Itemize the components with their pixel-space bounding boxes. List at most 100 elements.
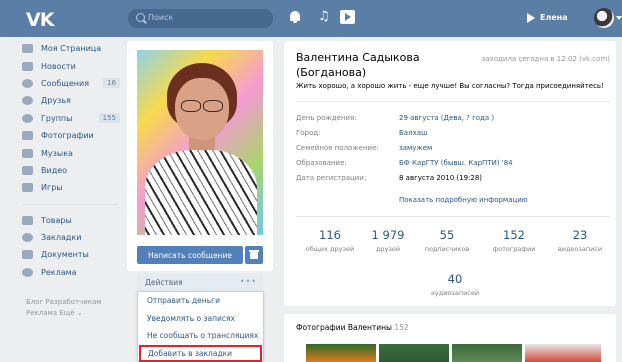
sidebar-item-friends[interactable]: Друзья	[22, 92, 122, 109]
info-label: День рождения:	[296, 114, 357, 122]
friends-icon	[22, 96, 33, 106]
sidebar-item-my-page[interactable]: Моя Страница	[22, 40, 122, 57]
profile-info-card: Валентина Садыкова (Богданова) заходила …	[284, 41, 616, 306]
star-icon	[22, 233, 33, 243]
counter-label: фотографии	[492, 245, 536, 253]
photo-thumb[interactable]	[379, 344, 449, 362]
info-row-birthday: День рождения: 29 августа (Дева, ? года )	[296, 114, 494, 122]
photo-thumb[interactable]	[452, 344, 522, 362]
sidebar-item-games[interactable]: Игры	[22, 179, 122, 196]
send-money-item[interactable]: Отправить деньги	[138, 292, 263, 310]
info-value[interactable]: замужем	[399, 144, 432, 152]
counter-label: общих друзей	[305, 245, 355, 253]
video-icon	[22, 165, 33, 175]
show-more-link[interactable]: Показать подробную информацию	[399, 196, 528, 204]
sidebar-item-label: Друзья	[41, 96, 71, 106]
sidebar-item-label: Реклама	[41, 267, 77, 277]
counter-num: 40	[447, 272, 463, 286]
goods-icon	[22, 215, 33, 225]
counter-label: друзей	[375, 245, 401, 253]
games-icon	[22, 183, 33, 193]
actions-button[interactable]: Действия •••	[137, 273, 263, 291]
sidebar-item-label: Видео	[41, 165, 68, 175]
counter-videos[interactable]: 23 видеозаписи	[550, 228, 610, 253]
actions-label: Действия	[145, 277, 183, 287]
more-dots-icon: •••	[239, 277, 257, 286]
info-label: Семейное положение:	[296, 144, 379, 152]
player-play-icon[interactable]	[527, 13, 535, 23]
counter-audio[interactable]: 40 аудиозаписей	[425, 272, 485, 297]
sidebar-item-documents[interactable]: Документы	[22, 246, 122, 263]
sidebar-item-label: Сообщения	[41, 78, 90, 88]
sidebar-item-groups[interactable]: Группы 155	[22, 110, 122, 127]
profile-photo-card: Написать сообщение Действия •••	[127, 41, 273, 291]
sidebar-item-video[interactable]: Видео	[22, 162, 122, 179]
photo-thumb[interactable]	[525, 344, 601, 362]
sidebar-item-news[interactable]: Новости	[22, 57, 122, 74]
sidebar-item-ads[interactable]: Реклама	[22, 264, 122, 281]
counter-label: подписчиков	[424, 245, 470, 253]
search-field[interactable]: Поиск	[128, 9, 273, 28]
info-label: Дата регистрации:	[296, 174, 367, 182]
send-message-button[interactable]: Написать сообщение	[137, 246, 243, 264]
chevron-down-icon[interactable]	[616, 16, 622, 20]
sidebar-divider	[22, 203, 118, 205]
user-name[interactable]: Елена	[540, 13, 568, 22]
info-value: 8 августа 2010 (19:28)	[399, 174, 483, 182]
sidebar-item-label: Товары	[41, 215, 72, 225]
gift-button[interactable]	[245, 246, 263, 264]
footer-links-1[interactable]: Блог Разработчикам	[26, 297, 102, 308]
photo-thumb[interactable]	[306, 344, 376, 362]
profile-photo[interactable]	[137, 50, 263, 235]
photos-title-text: Фотографии Валентины	[296, 323, 392, 332]
top-bar: VK Поиск ♫ Елена	[0, 0, 622, 37]
counters-divider	[296, 216, 610, 217]
info-value[interactable]: Балхаш	[399, 129, 427, 137]
sidebar-item-music[interactable]: Музыка	[22, 144, 122, 161]
sidebar-item-label: Моя Страница	[41, 44, 102, 54]
counter-friends[interactable]: 1 979 друзей	[358, 228, 418, 253]
groups-icon	[22, 113, 33, 123]
footer-links-2[interactable]: Реклама Ещё ⌄	[26, 308, 102, 319]
online-status: заходила сегодня в 12:02 (vk.com)	[481, 55, 610, 63]
status-text[interactable]: Жить хорошо, а хорошо жить - еще лучше! …	[296, 82, 604, 90]
info-row-registration: Дата регистрации: 8 августа 2010 (19:28)	[296, 174, 482, 182]
ads-icon	[22, 267, 33, 277]
notify-posts-item[interactable]: Уведомлять о записях	[138, 310, 263, 328]
info-row-relationship: Семейное положение: замужем	[296, 144, 432, 152]
info-divider	[296, 101, 610, 102]
counter-label: аудиозаписей	[430, 289, 480, 297]
photo-blouse	[145, 150, 257, 235]
home-icon	[22, 44, 33, 54]
bell-icon[interactable]	[290, 11, 300, 23]
counter-num: 152	[503, 228, 525, 242]
sidebar-item-photos[interactable]: Фотографии	[22, 127, 122, 144]
photos-count: 152	[394, 323, 409, 332]
info-row-education: Образование: БФ КарГТУ (бывш. КарПТИ) '84	[296, 159, 513, 167]
sidebar-footer: Блог Разработчикам Реклама Ещё ⌄	[26, 297, 102, 319]
counter-common-friends[interactable]: 116 общих друзей	[300, 228, 360, 253]
photos-title[interactable]: Фотографии Валентины 152	[296, 323, 409, 332]
music-note-icon[interactable]: ♫	[318, 9, 330, 24]
video-play-icon[interactable]	[340, 10, 355, 24]
sidebar-item-messages[interactable]: Сообщения 16	[22, 75, 122, 92]
info-value[interactable]: БФ КарГТУ (бывш. КарПТИ) '84	[399, 159, 513, 167]
info-value[interactable]: 29 августа (Дева, ? года )	[399, 114, 494, 122]
counter-num: 116	[319, 228, 341, 242]
vk-logo[interactable]: VK	[26, 9, 54, 31]
music-icon	[22, 148, 33, 158]
mute-broadcasts-item[interactable]: Не сообщать о трансляциях	[138, 327, 263, 345]
sidebar-item-label: Документы	[41, 250, 89, 260]
counter-photos[interactable]: 152 фотографии	[484, 228, 544, 253]
counter-followers[interactable]: 55 подписчиков	[417, 228, 477, 253]
add-bookmark-item[interactable]: Добавить в закладки	[139, 344, 262, 362]
camera-icon	[22, 131, 33, 141]
info-label: Образование:	[296, 159, 347, 167]
sidebar-item-bookmarks[interactable]: Закладки	[22, 229, 122, 246]
profile-name: Валентина Садыкова (Богданова)	[296, 51, 420, 79]
groups-badge: 155	[98, 113, 120, 124]
sidebar-item-label: Игры	[41, 183, 63, 193]
sidebar-item-label: Новости	[41, 61, 76, 71]
sidebar-item-goods[interactable]: Товары	[22, 212, 122, 229]
user-avatar[interactable]	[594, 8, 614, 28]
